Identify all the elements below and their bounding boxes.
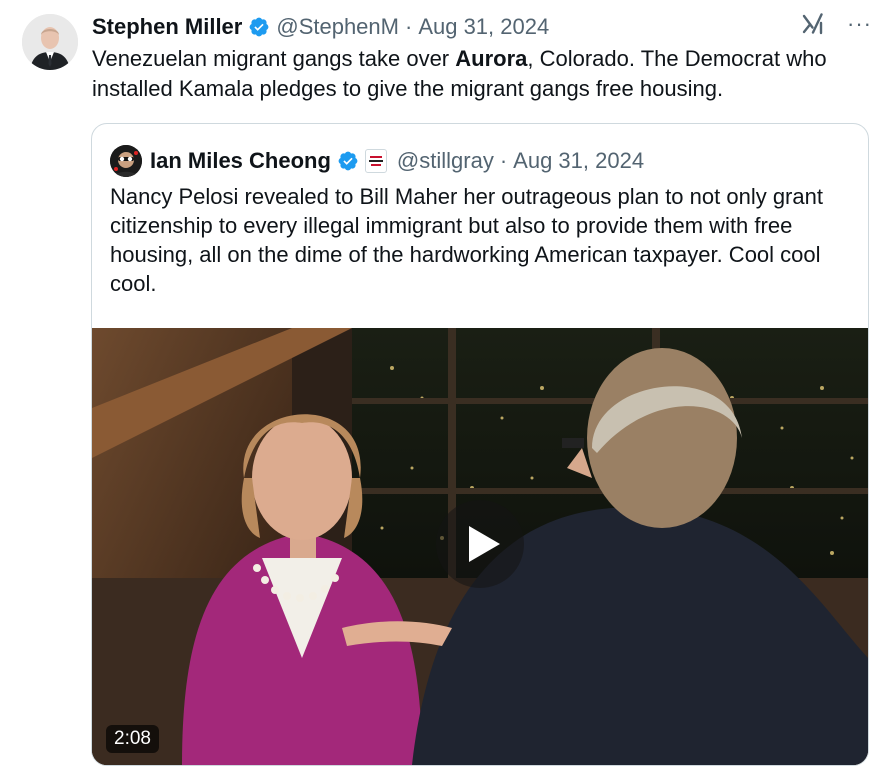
author-avatar[interactable] <box>22 14 78 70</box>
affiliation-badge-icon[interactable] <box>364 149 387 173</box>
quoted-tweet-text: Nancy Pelosi revealed to Bill Maher her … <box>110 184 823 296</box>
author-handle[interactable]: @StephenM <box>276 14 399 40</box>
quoted-tweet-date[interactable]: Aug 31, 2024 <box>513 148 644 174</box>
tweet-top-actions: ··· <box>801 12 872 36</box>
quoted-tweet-card[interactable]: Ian Miles Cheong @stillgray · Aug 31, 20… <box>91 123 869 766</box>
quoted-author-handle[interactable]: @stillgray <box>397 148 494 174</box>
play-button[interactable] <box>436 500 524 588</box>
quoted-author-name[interactable]: Ian Miles Cheong <box>150 148 331 174</box>
video-duration: 2:08 <box>106 725 159 753</box>
video-player[interactable]: 2:08 <box>92 328 868 765</box>
tweet-header: Stephen Miller @StephenM · Aug 31, 2024 <box>92 12 549 42</box>
verified-badge-icon <box>249 17 269 37</box>
verified-badge-icon <box>338 151 358 171</box>
grok-icon[interactable] <box>801 12 825 36</box>
tweet-text-bold: Aurora <box>455 46 528 71</box>
author-name[interactable]: Stephen Miller <box>92 14 242 40</box>
tweet-text: Venezuelan migrant gangs take over Auror… <box>92 44 872 104</box>
tweet-text-part: Venezuelan migrant gangs take over <box>92 46 456 71</box>
more-options-icon[interactable]: ··· <box>847 13 872 35</box>
separator-dot: · <box>499 148 508 173</box>
quoted-author-avatar[interactable] <box>110 145 142 177</box>
play-icon <box>469 526 500 562</box>
tweet-date[interactable]: Aug 31, 2024 <box>418 14 549 40</box>
separator-dot: · <box>404 14 413 39</box>
quoted-tweet-header: Ian Miles Cheong @stillgray · Aug 31, 20… <box>110 144 644 178</box>
